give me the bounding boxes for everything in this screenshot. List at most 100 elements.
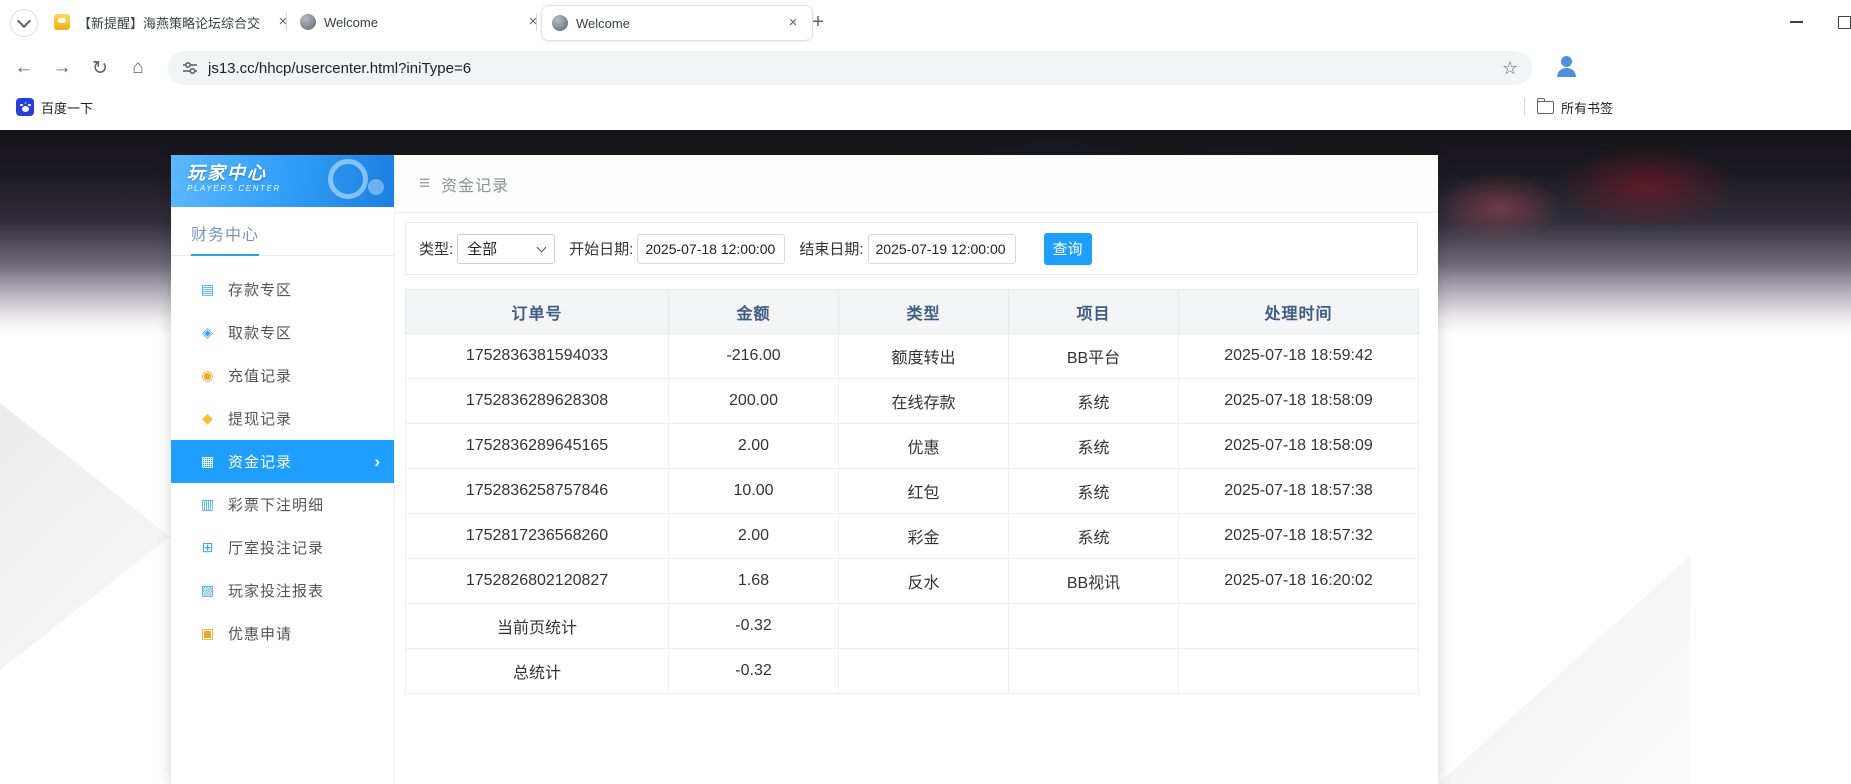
maximize-icon (1838, 16, 1851, 29)
close-icon[interactable]: × (784, 14, 802, 32)
table-cell: 系统 (1009, 424, 1179, 469)
table-cell: -216.00 (669, 334, 839, 379)
close-icon[interactable]: × (524, 13, 542, 31)
sidebar-header: 玩家中心 PLAYERS CENTER (171, 155, 394, 207)
maximize-button[interactable] (1822, 0, 1851, 44)
browser-window: 【新提醒】海燕策略论坛综合交 × Welcome × Welcome × + ←… (0, 0, 1851, 784)
back-button[interactable]: ← (8, 52, 40, 84)
table-cell: 系统 (1009, 469, 1179, 514)
type-select-value: 全部 (467, 238, 497, 259)
globe-icon (300, 14, 316, 30)
decor-ring-icon (328, 159, 368, 199)
tab-strip: 【新提醒】海燕策略论坛综合交 × Welcome × Welcome × + (0, 0, 1851, 44)
table-cell: 1752836289628308 (406, 379, 669, 424)
withdraw-icon: ◈ (199, 324, 217, 341)
sidebar-item-deposit-zone[interactable]: ▤存款专区 (171, 268, 394, 311)
table-cell: 2025-07-18 18:58:09 (1179, 379, 1419, 424)
new-tab-button[interactable]: + (804, 8, 832, 36)
decor-circle-icon (368, 179, 384, 195)
sidebar-item-player-bet-report[interactable]: ▨ 玩家投注报表 (171, 569, 394, 612)
table-cell (1009, 649, 1179, 694)
table-row: 17528172365682602.00彩金系统2025-07-18 18:57… (406, 514, 1419, 559)
type-label: 类型: (419, 238, 453, 259)
table-cell: 彩金 (839, 514, 1009, 559)
home-button[interactable]: ⌂ (122, 52, 154, 84)
table-cell: 1752836258757846 (406, 469, 669, 514)
table-cell: 2.00 (669, 424, 839, 469)
decor-triangle-right (1438, 556, 1690, 784)
table-cell: 2025-07-18 18:59:42 (1179, 334, 1419, 379)
table-cell: 系统 (1009, 379, 1179, 424)
table-cell: 额度转出 (839, 334, 1009, 379)
reload-button[interactable]: ↻ (84, 52, 116, 84)
tab-separator (286, 13, 287, 31)
tab-separator (536, 13, 537, 31)
sidebar-item-hall-bet-records[interactable]: ⊞厅室投注记录 (171, 526, 394, 569)
lottery-icon: ▥ (199, 496, 217, 513)
site-settings-icon[interactable] (182, 60, 198, 76)
sidebar-item-label: 充值记录 (228, 365, 292, 386)
minimize-button[interactable] (1774, 0, 1818, 44)
tab-search-button[interactable] (10, 9, 38, 37)
minimize-icon (1790, 21, 1803, 23)
finance-section-title: 财务中心 (171, 221, 394, 256)
table-cell: 2.00 (669, 514, 839, 559)
sidebar-item-label: 取款专区 (228, 322, 292, 343)
start-date-label: 开始日期: (569, 238, 633, 259)
bookmark-baidu[interactable]: 百度一下 (10, 95, 99, 119)
start-date-input[interactable] (637, 234, 785, 264)
sidebar-item-lottery-bet-details[interactable]: ▥ 彩票下注明细 (171, 483, 394, 526)
table-header-row: 订单号 金额 类型 项目 处理时间 (406, 290, 1419, 334)
promo-icon: ▣ (199, 625, 217, 642)
table-cell: 200.00 (669, 379, 839, 424)
col-project: 项目 (1009, 290, 1179, 334)
funds-icon: ▦ (199, 453, 217, 470)
sidebar-item-funds-records[interactable]: ▦资金记录› (171, 440, 394, 483)
chevron-down-icon (17, 14, 31, 28)
main-content: ≡ 资金记录 类型: 全部 开始日期: 结束日期: 查询 (395, 155, 1438, 784)
sidebar-item-label: 提现记录 (228, 408, 292, 429)
forward-button[interactable]: → (46, 52, 78, 84)
table-cell: 1752826802120827 (406, 559, 669, 604)
recharge-icon: ◉ (199, 367, 217, 384)
table-row: 1752836381594033-216.00额度转出BB平台2025-07-1… (406, 334, 1419, 379)
tab-1[interactable]: 【新提醒】海燕策略论坛综合交 × (44, 5, 302, 39)
report-icon: ▨ (199, 582, 217, 599)
table-row: 1752836289628308200.00在线存款系统2025-07-18 1… (406, 379, 1419, 424)
col-amount: 金额 (669, 290, 839, 334)
sidebar-item-cashout-records[interactable]: ◆提现记录 (171, 397, 394, 440)
sidebar-item-withdraw-zone[interactable]: ◈ 取款专区 (171, 311, 394, 354)
table-cell (1009, 604, 1179, 649)
profile-avatar[interactable] (1552, 53, 1580, 81)
sidebar-item-recharge-records[interactable]: ◉ 充值记录 (171, 354, 394, 397)
hall-bets-icon: ⊞ (199, 539, 217, 556)
sidebar-menu: ▤存款专区 ◈ 取款专区 ◉ 充值记录 ◆提现记录▦资金记录› ▥ 彩票下注明细 ⊞厅室投注记录… (171, 268, 394, 655)
folder-icon (1537, 101, 1554, 114)
table-cell: 系统 (1009, 514, 1179, 559)
table-cell: 2025-07-18 18:57:38 (1179, 469, 1419, 514)
tab-3-active[interactable]: Welcome × (541, 5, 813, 41)
url-bar[interactable]: js13.cc/hhcp/usercenter.html?iniType=6 ☆ (168, 51, 1532, 85)
table-cell: 反水 (839, 559, 1009, 604)
sidebar: 玩家中心 PLAYERS CENTER 财务中心 ▤存款专区 ◈ 取款专区 ◉ 充值记录… (171, 155, 395, 784)
bookmark-star-icon[interactable]: ☆ (1502, 58, 1518, 79)
table-cell: BB视讯 (1009, 559, 1179, 604)
table-row: 总统计-0.32 (406, 649, 1419, 694)
search-button[interactable]: 查询 (1044, 233, 1092, 265)
type-select[interactable]: 全部 (457, 234, 555, 264)
table-body: 1752836381594033-216.00额度转出BB平台2025-07-1… (406, 334, 1419, 694)
col-time: 处理时间 (1179, 290, 1419, 334)
filter-bar: 类型: 全部 开始日期: 结束日期: 查询 (405, 222, 1418, 275)
sidebar-item-promo-apply[interactable]: ▣优惠申请 (171, 612, 394, 655)
all-bookmarks-folder[interactable]: 所有书签 (1524, 95, 1613, 119)
table-cell: 1.68 (669, 559, 839, 604)
table-cell: -0.32 (669, 604, 839, 649)
table-cell: 1752817236568260 (406, 514, 669, 559)
sidebar-item-label: 玩家投注报表 (228, 580, 324, 601)
tab-2[interactable]: Welcome × (290, 5, 552, 39)
sidebar-item-label: 存款专区 (228, 279, 292, 300)
table-row: 17528362896451652.00优惠系统2025-07-18 18:58… (406, 424, 1419, 469)
end-date-input[interactable] (868, 234, 1016, 264)
table-cell (1179, 604, 1419, 649)
sidebar-item-label: 彩票下注明细 (228, 494, 324, 515)
